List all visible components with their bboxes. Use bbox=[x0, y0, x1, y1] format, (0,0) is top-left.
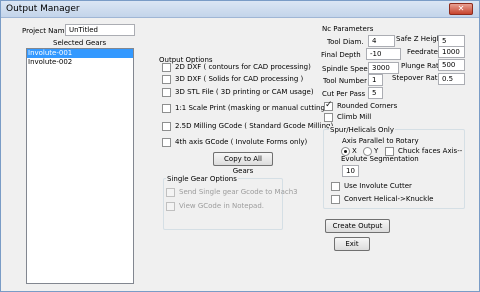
output-3d-dxf[interactable]: 3D DXF ( Solids for CAD processing ) bbox=[162, 74, 303, 85]
checkbox-icon[interactable] bbox=[324, 112, 333, 122]
stepover-ratio-label: Stepover Ratio bbox=[392, 74, 444, 82]
view-gcode-checkbox[interactable]: View GCode in Notepad. bbox=[166, 201, 264, 212]
create-output-button[interactable]: Create Output bbox=[325, 219, 390, 233]
checkbox-icon[interactable] bbox=[162, 103, 171, 113]
checkbox-icon[interactable] bbox=[162, 74, 171, 84]
checkbox-icon[interactable] bbox=[331, 181, 340, 191]
single-gear-options-title: Single Gear Options bbox=[166, 175, 238, 183]
output-3d-stl[interactable]: 3D STL File ( 3D printing or CAM usage) bbox=[162, 87, 314, 98]
selected-gears-label: Selected Gears bbox=[53, 39, 107, 47]
project-name-label: Project Name bbox=[22, 27, 69, 35]
checkbox-icon[interactable] bbox=[331, 194, 340, 204]
feedrate-label: Feedrate bbox=[407, 48, 438, 56]
copy-to-all-gears-button[interactable]: Copy to All Gears bbox=[213, 152, 273, 175]
plunge-rate-label: Plunge Rate bbox=[401, 62, 444, 70]
tool-number-input[interactable]: 1 bbox=[368, 74, 383, 86]
final-depth-label: Final Depth bbox=[321, 51, 361, 59]
evolute-segmentation-label: Evolute Segmentation bbox=[341, 155, 419, 163]
use-involute-cutter-checkbox[interactable]: Use Involute Cutter bbox=[331, 181, 412, 192]
rounded-corners-checkbox[interactable]: Rounded Corners bbox=[324, 100, 397, 112]
stepover-ratio-input[interactable]: 0.5 bbox=[438, 73, 465, 85]
feedrate-input[interactable]: 1000 bbox=[438, 46, 465, 58]
output-manager-window: Output Manager ✕ Project Name UnTitled S… bbox=[0, 0, 480, 292]
checkbox-icon[interactable] bbox=[166, 187, 175, 197]
convert-helical-knuckle-checkbox[interactable]: Convert Helical->Knuckle bbox=[331, 194, 433, 205]
list-item[interactable]: Involute-002 bbox=[27, 58, 133, 67]
window-title: Output Manager bbox=[6, 4, 80, 14]
output-4th-axis[interactable]: 4th axis GCode ( Involute Forms only) bbox=[162, 137, 307, 148]
axis-parallel-label: Axis Parallel to Rotary bbox=[342, 137, 419, 145]
list-item[interactable]: Involute-001 bbox=[27, 49, 133, 58]
plunge-rate-input[interactable]: 500 bbox=[438, 59, 465, 71]
tool-diam-input[interactable]: 4 bbox=[368, 35, 395, 47]
checkbox-icon[interactable] bbox=[162, 62, 171, 72]
output-scale-print[interactable]: 1:1 Scale Print (masking or manual cutti… bbox=[162, 103, 328, 114]
close-button[interactable]: ✕ bbox=[449, 3, 473, 15]
final-depth-input[interactable]: -10 bbox=[366, 48, 401, 60]
output-milling-gcode[interactable]: 2.5D Milling GCode ( Standard Gcode Mill… bbox=[162, 121, 333, 132]
checkbox-icon[interactable] bbox=[166, 201, 175, 211]
send-to-mach3-checkbox[interactable]: Send Single gear Gcode to Mach3 bbox=[166, 187, 298, 198]
tool-number-label: Tool Number bbox=[323, 77, 367, 85]
checkbox-icon[interactable] bbox=[162, 87, 171, 97]
checkbox-icon[interactable] bbox=[324, 100, 333, 111]
spindle-speed-label: Spindle Speed bbox=[322, 65, 373, 73]
checkbox-icon[interactable] bbox=[162, 121, 171, 131]
evolute-segmentation-input[interactable]: 10 bbox=[342, 165, 359, 177]
tool-diam-label: Tool Diam. bbox=[327, 38, 364, 46]
project-name-input[interactable]: UnTitled bbox=[65, 24, 135, 36]
spur-helicals-title: Spur/Helicals Only bbox=[329, 126, 396, 134]
cut-per-pass-label: Cut Per Pass bbox=[322, 90, 366, 98]
checkbox-icon[interactable] bbox=[162, 137, 171, 147]
output-2d-dxf[interactable]: 2D DXF ( contours for CAD processing) bbox=[162, 62, 311, 73]
exit-button[interactable]: Exit bbox=[334, 237, 370, 251]
nc-parameters-title: Nc Parameters bbox=[322, 25, 374, 33]
gear-list[interactable]: Involute-001 Involute-002 bbox=[26, 48, 134, 284]
climb-mill-checkbox[interactable]: Climb Mill bbox=[324, 112, 371, 123]
cut-per-pass-input[interactable]: 5 bbox=[368, 87, 383, 99]
spindle-speed-input[interactable]: 3000 bbox=[368, 62, 399, 74]
safe-z-label: Safe Z Height bbox=[396, 35, 444, 43]
title-bar: Output Manager ✕ bbox=[1, 1, 479, 18]
